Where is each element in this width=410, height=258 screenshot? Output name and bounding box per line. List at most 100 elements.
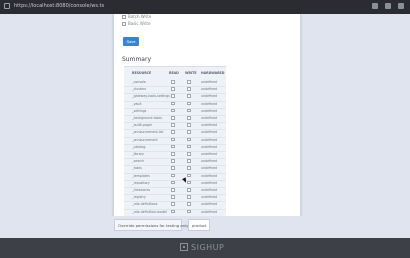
resource-name: _background-tasks [132, 116, 162, 120]
checkbox-row[interactable]: Batch Write [122, 14, 151, 19]
hardwared-value: undefined [201, 94, 218, 99]
read-checkbox[interactable] [171, 137, 175, 142]
read-checkbox[interactable] [171, 173, 175, 178]
resource-name: _role-definitions [132, 202, 158, 207]
write-checkbox[interactable] [187, 188, 191, 192]
column-header-read: READ [169, 71, 179, 75]
checkbox[interactable] [122, 14, 126, 19]
hardwared-value: undefined [201, 123, 218, 128]
hardwared-value: undefined [201, 108, 218, 113]
write-checkbox[interactable] [187, 80, 191, 84]
write-checkbox[interactable] [187, 108, 191, 113]
read-checkbox[interactable] [171, 87, 175, 91]
resource-name: _repository [132, 180, 150, 185]
checkbox-row[interactable]: Basic Write [122, 21, 150, 26]
write-checkbox[interactable] [187, 123, 191, 127]
hardwared-value: undefined [201, 195, 218, 200]
summary-title: Summary [122, 56, 151, 63]
read-checkbox[interactable] [171, 80, 175, 84]
hardwared-value: undefined [201, 101, 218, 106]
hardwared-value: undefined [201, 173, 218, 178]
read-checkbox[interactable] [171, 144, 175, 149]
resource-name: _vault [132, 101, 142, 106]
hardwared-value: undefined [201, 159, 218, 164]
checkbox-label: Batch Write [128, 14, 152, 19]
permissions-card: Batch Write Basic Write Save Summary RES… [113, 14, 301, 220]
checkbox-label: Basic Write [128, 21, 151, 26]
hardwared-value: undefined [201, 152, 218, 156]
hardwared-value: undefined [201, 87, 218, 92]
read-checkbox[interactable] [171, 202, 175, 206]
read-checkbox[interactable] [171, 130, 175, 134]
read-checkbox[interactable] [171, 195, 175, 199]
role-select[interactable]: product [188, 219, 210, 231]
logo-icon [180, 243, 188, 251]
logo-text: SIGHUP [191, 242, 225, 252]
write-checkbox[interactable] [187, 101, 191, 106]
resource-name: _audit-pager [132, 123, 153, 128]
read-checkbox[interactable] [171, 123, 175, 127]
read-checkbox[interactable] [171, 159, 175, 163]
address-bar[interactable]: https://localhost:8080/console/ws.ts [14, 3, 104, 9]
read-checkbox[interactable] [171, 94, 175, 98]
write-checkbox[interactable] [187, 144, 191, 149]
resource-name: _catalog [132, 144, 146, 149]
checkbox[interactable] [122, 21, 126, 26]
read-checkbox[interactable] [171, 180, 175, 185]
read-checkbox[interactable] [171, 116, 175, 120]
summary-table: RESOURCE READ WRITE HARDWARED _console un… [124, 66, 226, 220]
write-checkbox[interactable] [187, 152, 191, 156]
resource-name: _role-definition-model [132, 209, 167, 214]
column-header-hardwared: HARDWARED [201, 71, 225, 75]
write-checkbox[interactable] [187, 116, 191, 120]
hardwared-value: undefined [201, 80, 218, 84]
menu-icon[interactable] [398, 3, 404, 9]
resource-name: _announcement-list [132, 130, 164, 135]
resource-name: _timezones [132, 188, 151, 192]
hardwared-value: undefined [201, 209, 218, 214]
resource-name: _templates [132, 173, 150, 178]
save-button[interactable]: Save [123, 37, 139, 46]
resource-name: _settings [132, 108, 147, 113]
dev-override-label: Override permissions for testing only [114, 219, 188, 231]
write-checkbox[interactable] [187, 159, 191, 163]
resource-name: _gateway-tools-settings [132, 94, 170, 99]
browser-titlebar: https://localhost:8080/console/ws.ts [0, 0, 410, 15]
write-checkbox[interactable] [187, 130, 191, 134]
write-checkbox[interactable] [187, 87, 191, 91]
resource-name: _registry [132, 195, 146, 200]
write-checkbox[interactable] [187, 173, 191, 178]
resource-name: _tasks [132, 166, 142, 171]
read-checkbox[interactable] [171, 108, 175, 113]
read-checkbox[interactable] [171, 166, 175, 170]
sighup-logo: SIGHUP [180, 241, 224, 253]
write-checkbox[interactable] [187, 195, 191, 199]
write-checkbox[interactable] [187, 166, 191, 170]
read-checkbox[interactable] [171, 188, 175, 192]
write-checkbox[interactable] [187, 94, 191, 98]
hardwared-value: undefined [201, 137, 218, 142]
profile-icon[interactable] [385, 3, 391, 9]
write-checkbox[interactable] [187, 202, 191, 206]
page-icon [4, 3, 10, 9]
write-checkbox[interactable] [187, 137, 191, 142]
hardwared-value: undefined [201, 166, 218, 171]
hardwared-value: undefined [201, 180, 218, 185]
hardwared-value: undefined [201, 202, 218, 207]
read-checkbox[interactable] [171, 152, 175, 156]
hardwared-value: undefined [201, 144, 218, 149]
hardwared-value: undefined [201, 130, 218, 135]
resource-name: _announcement [132, 137, 158, 142]
hardwared-value: undefined [201, 116, 218, 120]
hardwared-value: undefined [201, 188, 218, 192]
read-checkbox[interactable] [171, 101, 175, 106]
column-header-resource: RESOURCE [132, 71, 152, 75]
table-header: RESOURCE READ WRITE HARDWARED [124, 71, 226, 77]
write-checkbox[interactable] [187, 209, 191, 214]
column-header-write: WRITE [185, 71, 197, 75]
resource-name: _clusters [132, 87, 147, 92]
resource-name: _library [132, 152, 144, 156]
extension-icon[interactable] [372, 3, 378, 9]
read-checkbox[interactable] [171, 209, 175, 214]
resource-name: _search [132, 159, 145, 164]
